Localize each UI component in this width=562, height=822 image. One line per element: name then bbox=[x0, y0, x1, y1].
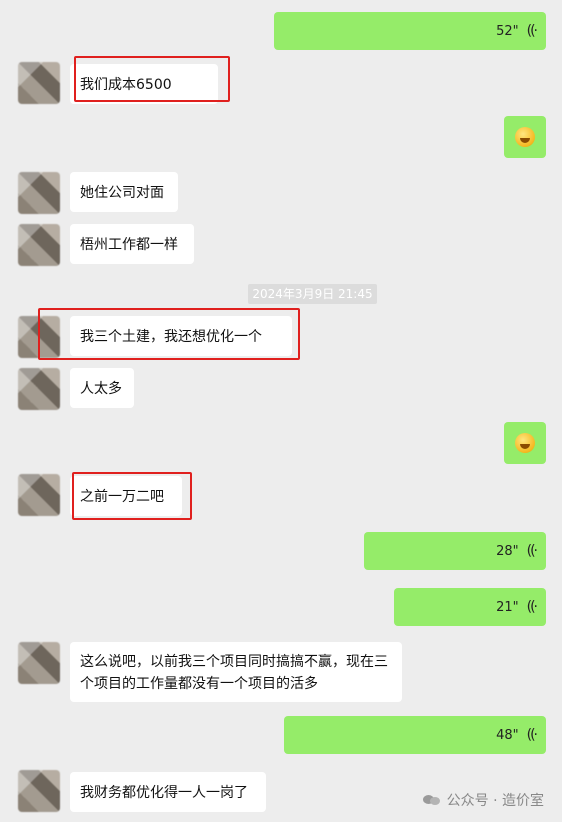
watermark: 公众号 · 造价室 bbox=[422, 790, 544, 810]
avatar[interactable] bbox=[18, 770, 60, 812]
message-text: 人太多 bbox=[80, 381, 122, 397]
message-text: 我财务都优化得一人一岗了 bbox=[80, 785, 248, 801]
voice-duration: 28" bbox=[496, 543, 519, 559]
timestamp: 2024年3月9日 21:45 bbox=[248, 284, 377, 304]
avatar[interactable] bbox=[18, 642, 60, 684]
highlight-box bbox=[38, 308, 300, 360]
emoji-message-bubble[interactable] bbox=[504, 116, 546, 158]
avatar[interactable] bbox=[18, 62, 60, 104]
highlight-box bbox=[74, 56, 230, 102]
wechat-icon bbox=[422, 793, 441, 807]
voice-waves-icon: ((· bbox=[526, 599, 538, 615]
avatar[interactable] bbox=[18, 172, 60, 214]
message-bubble[interactable]: 人太多 bbox=[70, 368, 134, 408]
message-bubble[interactable]: 她住公司对面 bbox=[70, 172, 178, 212]
avatar[interactable] bbox=[18, 474, 60, 516]
highlight-box bbox=[72, 472, 192, 520]
voice-message-bubble[interactable]: 21" ((· bbox=[394, 588, 546, 626]
voice-duration: 48" bbox=[496, 727, 519, 743]
voice-message-bubble[interactable]: 28" ((· bbox=[364, 532, 546, 570]
laughing-face-icon bbox=[515, 127, 535, 147]
message-text: 她住公司对面 bbox=[80, 185, 164, 201]
watermark-text: 公众号 · 造价室 bbox=[446, 793, 544, 809]
avatar[interactable] bbox=[18, 368, 60, 410]
message-bubble[interactable]: 梧州工作都一样 bbox=[70, 224, 194, 264]
message-bubble[interactable]: 这么说吧，以前我三个项目同时搞搞不赢，现在三个项目的工作量都没有一个项目的活多 bbox=[70, 642, 402, 702]
grinning-face-icon bbox=[515, 433, 535, 453]
message-text: 这么说吧，以前我三个项目同时搞搞不赢，现在三个项目的工作量都没有一个项目的活多 bbox=[80, 654, 388, 692]
voice-waves-icon: ((· bbox=[526, 727, 538, 743]
emoji-message-bubble[interactable] bbox=[504, 422, 546, 464]
message-bubble[interactable]: 我财务都优化得一人一岗了 bbox=[70, 772, 266, 812]
voice-message-bubble[interactable]: 52" ((· bbox=[274, 12, 546, 50]
voice-duration: 21" bbox=[496, 599, 519, 615]
voice-waves-icon: ((· bbox=[526, 543, 538, 559]
avatar[interactable] bbox=[18, 224, 60, 266]
voice-waves-icon: ((· bbox=[526, 23, 538, 39]
voice-message-bubble[interactable]: 48" ((· bbox=[284, 716, 546, 754]
voice-duration: 52" bbox=[496, 23, 519, 39]
message-text: 梧州工作都一样 bbox=[80, 237, 178, 253]
